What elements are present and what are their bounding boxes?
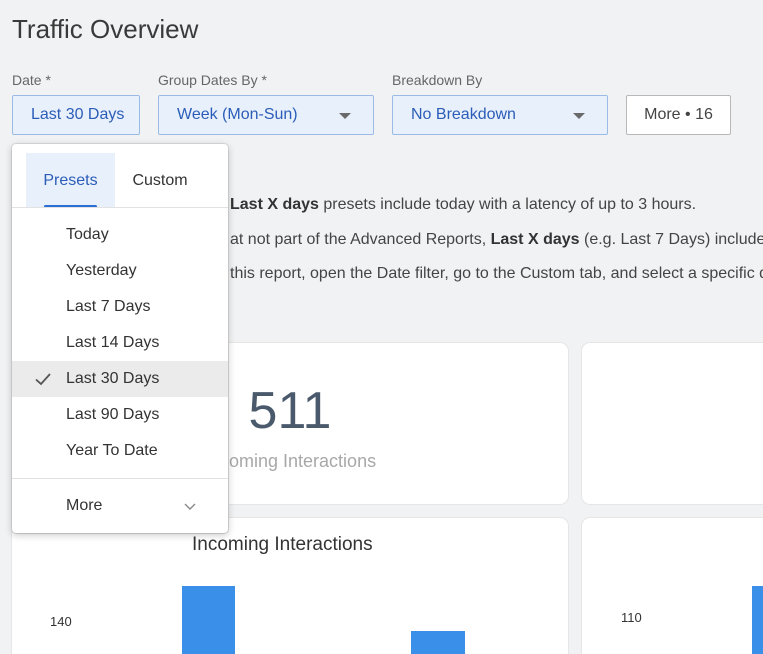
more-filters-button[interactable]: More • 16 bbox=[626, 95, 731, 135]
chevron-down-icon bbox=[184, 503, 196, 510]
menu-divider bbox=[12, 478, 228, 479]
more-presets-toggle[interactable]: More bbox=[12, 488, 228, 524]
info-line-2: at not part of the Advanced Reports, Las… bbox=[230, 231, 763, 248]
preset-option-today[interactable]: Today bbox=[12, 217, 228, 253]
chart-card-secondary bbox=[582, 518, 763, 654]
preset-option-last-7-days[interactable]: Last 7 Days bbox=[12, 289, 228, 325]
info-line-3: this report, open the Date filter, go to… bbox=[230, 265, 763, 282]
caret-down-icon bbox=[339, 113, 351, 119]
group-dates-value: Week (Mon-Sun) bbox=[177, 106, 298, 123]
group-dates-select[interactable]: Week (Mon-Sun) bbox=[158, 95, 374, 135]
date-preset-dropdown: Presets Custom Today Yesterday Last 7 Da… bbox=[12, 144, 228, 533]
preset-option-last-30-days[interactable]: Last 30 Days bbox=[12, 361, 228, 397]
kpi-card-secondary bbox=[582, 343, 763, 504]
chart-bar bbox=[411, 631, 465, 654]
breakdown-label: Breakdown By bbox=[392, 72, 483, 88]
tabs-divider bbox=[12, 207, 228, 208]
chart-bar-secondary bbox=[752, 586, 763, 654]
page: Traffic Overview Date * Group Dates By *… bbox=[0, 0, 763, 654]
chart-title: Incoming Interactions bbox=[192, 534, 373, 555]
preset-option-last-90-days[interactable]: Last 90 Days bbox=[12, 397, 228, 433]
preset-option-yesterday[interactable]: Yesterday bbox=[12, 253, 228, 289]
preset-option-year-to-date[interactable]: Year To Date bbox=[12, 433, 228, 469]
tab-custom[interactable]: Custom bbox=[115, 153, 205, 208]
page-title: Traffic Overview bbox=[12, 14, 199, 44]
breakdown-select[interactable]: No Breakdown bbox=[392, 95, 608, 135]
preset-option-last-14-days[interactable]: Last 14 Days bbox=[12, 325, 228, 361]
breakdown-value: No Breakdown bbox=[411, 106, 516, 123]
date-filter-button[interactable]: Last 30 Days bbox=[12, 95, 140, 135]
tab-presets[interactable]: Presets bbox=[26, 153, 115, 208]
caret-down-icon bbox=[573, 113, 585, 119]
date-filter-label: Date * bbox=[12, 72, 51, 88]
check-icon bbox=[35, 373, 51, 386]
y-tick-label: 140 bbox=[50, 614, 72, 629]
y-tick-label-secondary: 110 bbox=[621, 610, 642, 625]
group-dates-label: Group Dates By * bbox=[158, 72, 267, 88]
date-filter-value: Last 30 Days bbox=[31, 106, 125, 123]
info-line-1: Last X days presets include today with a… bbox=[230, 196, 697, 213]
chart-bar bbox=[182, 586, 235, 654]
kpi-label: coming Interactions bbox=[220, 451, 377, 471]
